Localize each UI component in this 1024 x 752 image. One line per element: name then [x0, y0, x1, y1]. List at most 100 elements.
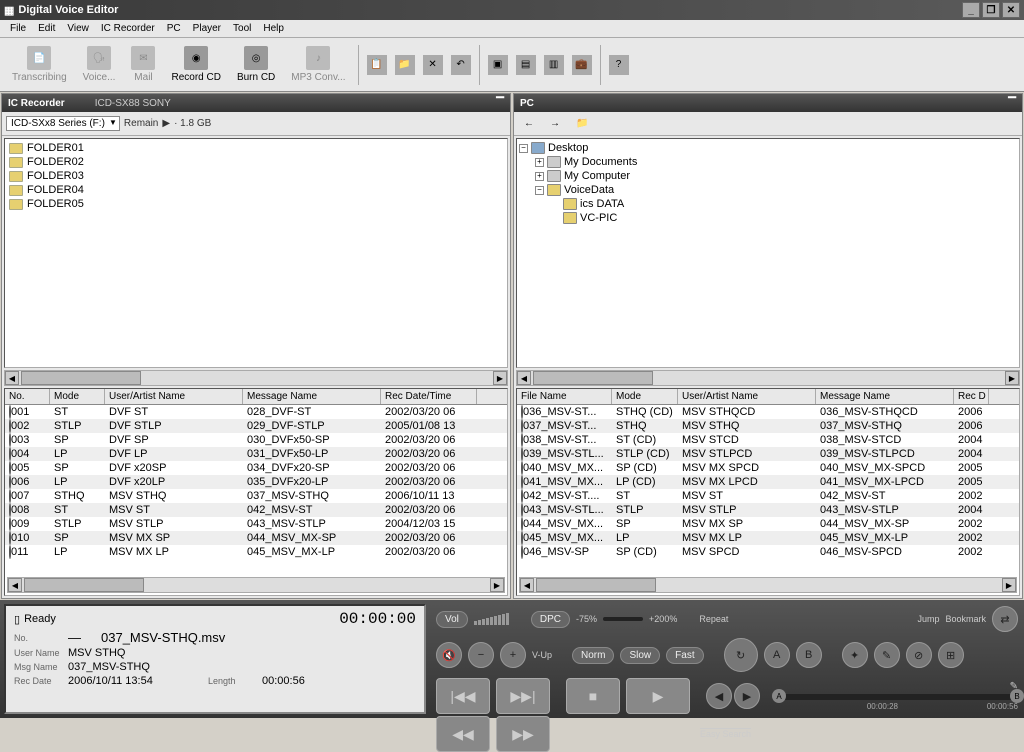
position-slider[interactable]: A B — [778, 694, 1018, 700]
right-list-hscroll[interactable]: ◀ ▶ — [519, 577, 1017, 593]
table-row[interactable]: 044_MSV_MX...SPMSV MX SP044_MSV_MX-SP200… — [517, 517, 1019, 531]
repeat-a-button[interactable]: A — [764, 642, 790, 668]
col-mode[interactable]: Mode — [50, 389, 105, 404]
scroll-thumb[interactable] — [533, 371, 653, 385]
left-tree-hscroll[interactable]: ◀ ▶ — [4, 370, 508, 386]
table-row[interactable]: 043_MSV-STL...STLPMSV STLP043_MSV-STLP20… — [517, 503, 1019, 517]
vol-down-button[interactable]: − — [468, 642, 494, 668]
table-row[interactable]: 007STHQMSV STHQ037_MSV-STHQ2006/10/11 13 — [5, 489, 507, 503]
col-date[interactable]: Rec Date/Time — [381, 389, 477, 404]
menu-edit[interactable]: Edit — [32, 23, 61, 34]
nav-forward-icon[interactable]: → — [544, 118, 566, 129]
expander-icon[interactable]: − — [519, 144, 528, 153]
prev-track-button[interactable]: |◀◀ — [436, 678, 490, 714]
toolbar-record-cd[interactable]: ◉Record CD — [163, 44, 228, 85]
jump-button[interactable]: ✦ — [842, 642, 868, 668]
toolbar-paste-icon[interactable]: 📁 — [395, 55, 415, 75]
folder-item[interactable]: FOLDER05 — [7, 197, 505, 211]
tree-voicedata[interactable]: VoiceData — [564, 184, 614, 196]
bookmark-add-button[interactable]: ✎ — [874, 642, 900, 668]
table-row[interactable]: 003SPDVF SP030_DVFx50-SP2002/03/20 06 — [5, 433, 507, 447]
right-tree-hscroll[interactable]: ◀ ▶ — [516, 370, 1020, 386]
maximize-button[interactable]: ❐ — [982, 2, 1000, 18]
tree-icsdata[interactable]: ics DATA — [580, 198, 624, 210]
table-row[interactable]: 039_MSV-STL...STLP (CD)MSV STLPCD039_MSV… — [517, 447, 1019, 461]
toolbar-delete-icon[interactable]: ✕ — [423, 55, 443, 75]
table-row[interactable]: 006LPDVF x20LP035_DVFx20-LP2002/03/20 06 — [5, 475, 507, 489]
toolbar-transcribing[interactable]: 📄Transcribing — [4, 44, 75, 85]
toolbar-action4-icon[interactable]: 💼 — [572, 55, 592, 75]
repeat-b-button[interactable]: B — [796, 642, 822, 668]
table-row[interactable]: 046_MSV-SPSP (CD)MSV SPCD046_MSV-SPCD200… — [517, 545, 1019, 559]
easy-back-button[interactable]: ◀ — [706, 683, 732, 709]
folder-item[interactable]: FOLDER04 — [7, 183, 505, 197]
close-button[interactable]: ✕ — [1002, 2, 1020, 18]
toolbar-help-icon[interactable]: ? — [609, 55, 629, 75]
menu-view[interactable]: View — [61, 23, 95, 34]
scroll-left-arrow[interactable]: ◀ — [8, 578, 22, 592]
col-msg[interactable]: Message Name — [243, 389, 381, 404]
tree-desktop[interactable]: Desktop — [548, 142, 588, 154]
marker-a[interactable]: A — [772, 689, 786, 703]
toolbar-mail[interactable]: ✉Mail — [123, 44, 163, 85]
left-folder-tree[interactable]: FOLDER01FOLDER02FOLDER03FOLDER04FOLDER05 — [4, 138, 508, 368]
left-list-hscroll[interactable]: ◀ ▶ — [7, 577, 505, 593]
tree-vcpic[interactable]: VC-PIC — [580, 212, 617, 224]
col-user[interactable]: User/Artist Name — [105, 389, 243, 404]
fast-button[interactable]: Fast — [666, 647, 703, 664]
norm-button[interactable]: Norm — [572, 647, 614, 664]
menu-tool[interactable]: Tool — [227, 23, 257, 34]
toolbar-mp3-conv[interactable]: ♪MP3 Conv... — [283, 44, 353, 85]
menu-player[interactable]: Player — [187, 23, 227, 34]
col-mode[interactable]: Mode — [612, 389, 678, 404]
mode-toggle-button[interactable]: ⇄ — [992, 606, 1018, 632]
folder-item[interactable]: FOLDER03 — [7, 169, 505, 183]
panel-minimize-icon[interactable]: ▔ — [1008, 98, 1016, 109]
scroll-left-arrow[interactable]: ◀ — [517, 371, 531, 385]
toolbar-burn-cd[interactable]: ◎Burn CD — [229, 44, 283, 85]
table-row[interactable]: 037_MSV-ST...STHQMSV STHQ037_MSV-STHQ200… — [517, 419, 1019, 433]
table-row[interactable]: 041_MSV_MX...LP (CD)MSV MX LPCD041_MSV_M… — [517, 475, 1019, 489]
menu-file[interactable]: File — [4, 23, 32, 34]
col-msg[interactable]: Message Name — [816, 389, 954, 404]
table-row[interactable]: 002STLPDVF STLP029_DVF-STLP2005/01/08 13 — [5, 419, 507, 433]
table-row[interactable]: 045_MSV_MX...LPMSV MX LP045_MSV_MX-LP200… — [517, 531, 1019, 545]
expander-icon[interactable]: + — [535, 172, 544, 181]
toolbar-voice[interactable]: 🗣Voice... — [75, 44, 124, 85]
table-row[interactable]: 009STLPMSV STLP043_MSV-STLP2004/12/03 15 — [5, 517, 507, 531]
menu-help[interactable]: Help — [257, 23, 290, 34]
rewind-button[interactable]: ◀◀ — [436, 716, 490, 752]
tree-mycomp[interactable]: My Computer — [564, 170, 630, 182]
table-row[interactable]: 042_MSV-ST....STMSV ST042_MSV-ST2002 — [517, 489, 1019, 503]
fastfwd-button[interactable]: ▶▶ — [496, 716, 550, 752]
panel-minimize-icon[interactable]: ▔ — [496, 98, 504, 109]
tree-mydocs[interactable]: My Documents — [564, 156, 637, 168]
scroll-thumb[interactable] — [21, 371, 141, 385]
extra-button[interactable]: ⊞ — [938, 642, 964, 668]
toolbar-action1-icon[interactable]: ▣ — [488, 55, 508, 75]
expander-icon[interactable]: − — [535, 186, 544, 195]
next-track-button[interactable]: ▶▶| — [496, 678, 550, 714]
folder-item[interactable]: FOLDER02 — [7, 155, 505, 169]
toolbar-action3-icon[interactable]: ▥ — [544, 55, 564, 75]
mute-button[interactable]: 🔇 — [436, 642, 462, 668]
toolbar-copy-icon[interactable]: 📋 — [367, 55, 387, 75]
right-folder-tree[interactable]: − Desktop + My Documents + My Computer − Voi… — [516, 138, 1020, 368]
expander-icon[interactable]: + — [535, 158, 544, 167]
stop-button[interactable]: ■ — [566, 678, 620, 714]
scroll-left-arrow[interactable]: ◀ — [5, 371, 19, 385]
scroll-right-arrow[interactable]: ▶ — [490, 578, 504, 592]
scroll-thumb[interactable] — [24, 578, 144, 592]
vol-up-button[interactable]: + — [500, 642, 526, 668]
nav-back-icon[interactable]: ← — [518, 118, 540, 129]
play-button[interactable]: ▶ — [626, 678, 690, 714]
table-row[interactable]: 001STDVF ST028_DVF-ST2002/03/20 06 — [5, 405, 507, 419]
marker-b[interactable]: B — [1010, 689, 1024, 703]
easy-fwd-button[interactable]: ▶ — [734, 683, 760, 709]
repeat-button[interactable]: ↻ — [724, 638, 758, 672]
table-row[interactable]: 004LPDVF LP031_DVFx50-LP2002/03/20 06 — [5, 447, 507, 461]
dpc-slider[interactable] — [603, 617, 643, 621]
toolbar-action2-icon[interactable]: ▤ — [516, 55, 536, 75]
scroll-right-arrow[interactable]: ▶ — [1002, 578, 1016, 592]
slow-button[interactable]: Slow — [620, 647, 660, 664]
